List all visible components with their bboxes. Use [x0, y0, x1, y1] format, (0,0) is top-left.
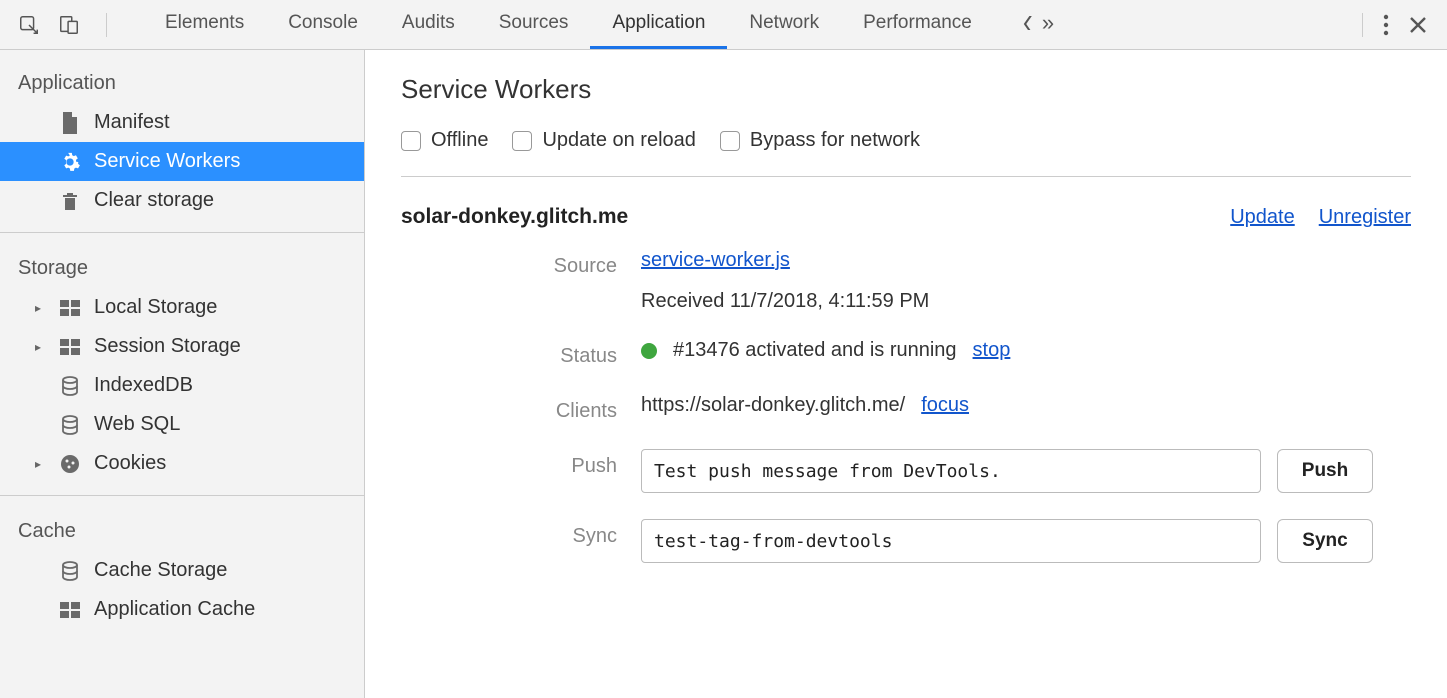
- tab-console[interactable]: Console: [266, 0, 380, 49]
- sidebar-item-local-storage[interactable]: ▸ Local Storage: [0, 288, 364, 327]
- origin-text: solar-donkey.glitch.me: [401, 205, 628, 229]
- push-button[interactable]: Push: [1277, 449, 1373, 493]
- sidebar-item-label: IndexedDB: [94, 374, 193, 397]
- sidebar-item-session-storage[interactable]: ▸ Session Storage: [0, 327, 364, 366]
- value-source: service-worker.js Received 11/7/2018, 4:…: [641, 249, 1411, 313]
- document-icon: [58, 112, 82, 134]
- tab-performance[interactable]: Performance: [841, 0, 994, 49]
- sync-button[interactable]: Sync: [1277, 519, 1373, 563]
- origin-actions: Update Unregister: [1230, 206, 1411, 229]
- sidebar-item-label: Cookies: [94, 452, 166, 475]
- chevron-right-icon: ▸: [30, 301, 46, 315]
- sidebar: Application Manifest Service Workers Cle…: [0, 50, 365, 698]
- source-file-link[interactable]: service-worker.js: [641, 249, 1411, 272]
- status-dot-icon: [641, 343, 657, 359]
- unregister-link[interactable]: Unregister: [1319, 206, 1411, 229]
- close-icon[interactable]: [1409, 16, 1427, 34]
- update-link[interactable]: Update: [1230, 206, 1295, 229]
- trash-icon: [58, 190, 82, 212]
- focus-link[interactable]: focus: [921, 394, 969, 417]
- label-source: Source: [421, 249, 641, 278]
- kebab-menu-icon[interactable]: [1383, 14, 1389, 36]
- sidebar-divider: [0, 495, 364, 496]
- inspect-icon[interactable]: [18, 14, 40, 36]
- checkbox-update-on-reload[interactable]: Update on reload: [512, 129, 695, 152]
- table-icon: [58, 602, 82, 618]
- gear-icon: [58, 151, 82, 173]
- checkbox-label: Offline: [431, 129, 488, 152]
- label-clients: Clients: [421, 394, 641, 423]
- sidebar-item-label: Manifest: [94, 111, 170, 134]
- sidebar-section-storage: Storage: [0, 245, 364, 288]
- tab-strip: Elements Console Audits Sources Applicat…: [143, 0, 1076, 49]
- checkbox-icon: [720, 131, 740, 151]
- sidebar-item-label: Session Storage: [94, 335, 241, 358]
- checkbox-offline[interactable]: Offline: [401, 129, 488, 152]
- client-url: https://solar-donkey.glitch.me/: [641, 394, 905, 417]
- label-status: Status: [421, 339, 641, 368]
- toolbar-divider: [106, 13, 107, 37]
- tab-audits[interactable]: Audits: [380, 0, 477, 49]
- sidebar-item-application-cache[interactable]: Application Cache: [0, 590, 364, 629]
- table-icon: [58, 339, 82, 355]
- sidebar-item-label: Service Workers: [94, 150, 240, 173]
- source-received: Received 11/7/2018, 4:11:59 PM: [641, 290, 1411, 313]
- stop-link[interactable]: stop: [973, 339, 1011, 362]
- database-icon: [58, 561, 82, 581]
- sidebar-section-cache: Cache: [0, 508, 364, 551]
- value-sync: Sync: [641, 519, 1411, 563]
- origin-row: solar-donkey.glitch.me Update Unregister: [401, 177, 1411, 249]
- sidebar-divider: [0, 232, 364, 233]
- main-area: Application Manifest Service Workers Cle…: [0, 50, 1447, 698]
- sync-input[interactable]: [641, 519, 1261, 563]
- chevron-right-icon: ▸: [30, 340, 46, 354]
- device-toggle-icon[interactable]: [58, 14, 80, 36]
- push-input[interactable]: [641, 449, 1261, 493]
- value-status: #13476 activated and is running stop: [641, 339, 1411, 362]
- tab-network[interactable]: Network: [727, 0, 841, 49]
- checkbox-icon: [401, 131, 421, 151]
- content-panel: Service Workers Offline Update on reload…: [365, 50, 1447, 698]
- checkbox-label: Bypass for network: [750, 129, 920, 152]
- toolbar-right: [1362, 13, 1437, 37]
- value-clients: https://solar-donkey.glitch.me/ focus: [641, 394, 1411, 417]
- sidebar-item-cookies[interactable]: ▸ Cookies: [0, 444, 364, 483]
- label-push: Push: [421, 449, 641, 478]
- sidebar-item-service-workers[interactable]: Service Workers: [0, 142, 364, 181]
- tab-more[interactable]: »: [994, 0, 1076, 49]
- sidebar-item-label: Web SQL: [94, 413, 180, 436]
- sidebar-item-clear-storage[interactable]: Clear storage: [0, 181, 364, 220]
- chevron-right-icon: ▸: [30, 457, 46, 471]
- cookie-icon: [58, 454, 82, 474]
- sidebar-item-cache-storage[interactable]: Cache Storage: [0, 551, 364, 590]
- devtools-toolbar: Elements Console Audits Sources Applicat…: [0, 0, 1447, 50]
- value-push: Push: [641, 449, 1411, 493]
- checkbox-bypass[interactable]: Bypass for network: [720, 129, 920, 152]
- checkbox-icon: [512, 131, 532, 151]
- checkbox-label: Update on reload: [542, 129, 695, 152]
- label-sync: Sync: [421, 519, 641, 548]
- sidebar-item-manifest[interactable]: Manifest: [0, 103, 364, 142]
- sidebar-item-indexeddb[interactable]: IndexedDB: [0, 366, 364, 405]
- tab-application[interactable]: Application: [590, 0, 727, 49]
- panel-title: Service Workers: [401, 74, 1411, 105]
- database-icon: [58, 415, 82, 435]
- sidebar-item-label: Clear storage: [94, 189, 214, 212]
- toolbar-divider: [1362, 13, 1363, 37]
- sidebar-item-web-sql[interactable]: Web SQL: [0, 405, 364, 444]
- tab-sources[interactable]: Sources: [477, 0, 591, 49]
- detail-table: Source service-worker.js Received 11/7/2…: [401, 249, 1411, 563]
- tab-elements[interactable]: Elements: [143, 0, 266, 49]
- toolbar-left-icons: [10, 13, 123, 37]
- checkbox-row: Offline Update on reload Bypass for netw…: [401, 129, 1411, 177]
- database-icon: [58, 376, 82, 396]
- status-text: #13476 activated and is running: [673, 339, 957, 362]
- table-icon: [58, 300, 82, 316]
- sidebar-item-label: Application Cache: [94, 598, 255, 621]
- sidebar-item-label: Local Storage: [94, 296, 217, 319]
- sidebar-item-label: Cache Storage: [94, 559, 227, 582]
- sidebar-section-application: Application: [0, 60, 364, 103]
